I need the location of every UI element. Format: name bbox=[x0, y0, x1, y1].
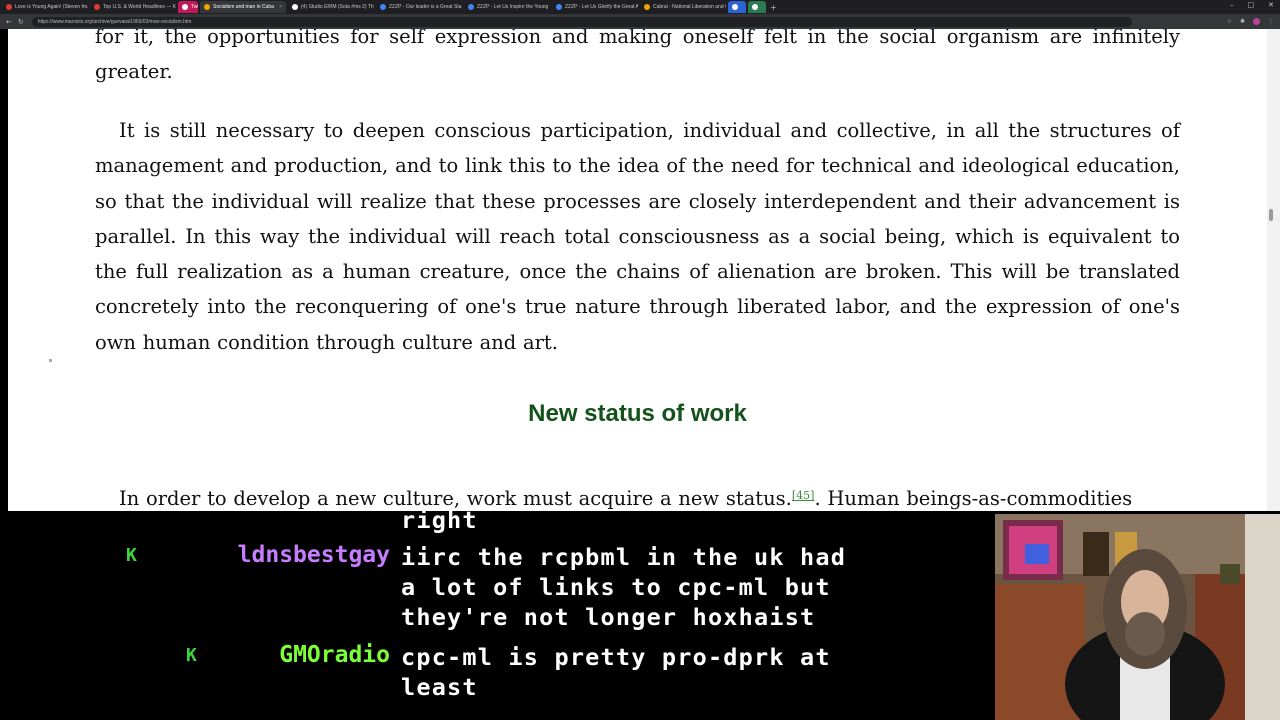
tab-close-icon[interactable]: × bbox=[279, 4, 282, 10]
tab-label: ZZZP - Our leader is a Great Sta... bbox=[389, 4, 462, 10]
close-icon[interactable]: ✕ bbox=[1268, 1, 1274, 9]
footnote-link[interactable]: [45] bbox=[792, 489, 815, 502]
tab-label: (4) Studio ERIM (Sota #ms 2) This bbox=[301, 4, 374, 10]
back-icon[interactable]: ← bbox=[6, 18, 12, 26]
tab-favicon-icon bbox=[94, 4, 100, 10]
nav-bar: ← ↻ https://www.marxists.org/archive/gue… bbox=[0, 14, 1280, 29]
mouse-cursor bbox=[49, 359, 52, 362]
reload-icon[interactable]: ↻ bbox=[18, 18, 24, 26]
tab-favicon-icon bbox=[556, 4, 562, 10]
tab-favicon-icon bbox=[292, 4, 298, 10]
stream-chat: right K ldnsbestgay iirc the rcpbml in t… bbox=[0, 511, 995, 720]
webcam-image bbox=[995, 514, 1280, 720]
browser-tab[interactable]: Socialism and man in Cuba × bbox=[200, 1, 286, 13]
url-text: https://www.marxists.org/archive/guevara… bbox=[37, 18, 192, 25]
chat-username: ldnsbestgay bbox=[237, 542, 390, 568]
window-controls: – □ ✕ bbox=[1230, 1, 1274, 9]
browser-tab[interactable] bbox=[748, 1, 766, 13]
tab-label: ZZZP - Let Us Inspire the Young P... bbox=[477, 4, 550, 10]
section-heading: New status of work bbox=[528, 400, 747, 427]
chat-message-text: cpc-ml is pretty pro-dprk at least bbox=[401, 643, 831, 701]
tab-favicon-icon bbox=[644, 4, 650, 10]
paragraph: It is still necessary to deepen consciou… bbox=[95, 119, 1180, 354]
paragraph-text: In order to develop a new culture, work … bbox=[119, 487, 792, 510]
badge-icon: K bbox=[186, 645, 197, 666]
browser-tab[interactable]: (4) Studio ERIM (Sota #ms 2) This× bbox=[288, 1, 374, 13]
tab-label: Socialism and man in Cuba bbox=[213, 4, 274, 10]
badge-icon: K bbox=[126, 545, 137, 566]
tab-favicon-icon bbox=[182, 4, 188, 10]
page-scrollbar[interactable] bbox=[1267, 29, 1280, 511]
paragraph-text: . Human beings-as-commodities bbox=[814, 487, 1133, 510]
browser-tab[interactable]: Love is Young Again! (Steven fro...× bbox=[2, 1, 88, 13]
address-bar[interactable]: https://www.marxists.org/archive/guevara… bbox=[31, 16, 1132, 27]
tab-label: Twitch bbox=[191, 4, 198, 10]
browser-tab[interactable]: Top U.S. & World Headlines — Ki...× bbox=[90, 1, 176, 13]
scrollbar-thumb[interactable] bbox=[1269, 209, 1273, 221]
webcam-feed bbox=[995, 514, 1280, 720]
maximize-icon[interactable]: □ bbox=[1248, 1, 1255, 9]
chat-message-text: iirc the rcpbml in the uk had a lot of l… bbox=[401, 543, 847, 631]
tab-favicon-icon bbox=[6, 4, 12, 10]
browser-tab[interactable]: Twitch bbox=[178, 1, 198, 13]
tab-bar: Love is Young Again! (Steven fro...×Top … bbox=[0, 0, 1280, 14]
browser-tab[interactable]: ZZZP - Let Us Inspire the Young P...× bbox=[464, 1, 550, 13]
tab-label: Cabral - National Liberation and C... bbox=[653, 4, 726, 10]
page-content: for it, the opportunities for self expre… bbox=[8, 29, 1267, 511]
chat-username: GMOradio bbox=[279, 642, 390, 668]
tab-label: Top U.S. & World Headlines — Ki... bbox=[103, 4, 176, 10]
tab-favicon-icon bbox=[752, 4, 758, 10]
tab-label: ZZZP - Let Us Glorify the Great Ac... bbox=[565, 4, 638, 10]
tab-favicon-icon bbox=[380, 4, 386, 10]
chat-message-text: right bbox=[401, 511, 478, 534]
paragraph: In order to develop a new culture, work … bbox=[95, 478, 1180, 511]
star-icon[interactable]: ☆ bbox=[1227, 18, 1232, 25]
tab-label: Love is Young Again! (Steven fro... bbox=[15, 4, 88, 10]
tab-favicon-icon bbox=[204, 4, 210, 10]
menu-icon[interactable]: ⋮ bbox=[1268, 18, 1274, 25]
browser-tab[interactable]: ZZZP - Our leader is a Great Sta...× bbox=[376, 1, 462, 13]
paragraph: for it, the opportunities for self expre… bbox=[95, 29, 1180, 84]
tab-favicon-icon bbox=[468, 4, 474, 10]
toolbar-icons: ☆ ✱ ⋮ bbox=[1227, 18, 1274, 25]
browser-tab[interactable]: ZZZP - Let Us Glorify the Great Ac...× bbox=[552, 1, 638, 13]
tab-favicon-icon bbox=[732, 4, 738, 10]
browser-tab[interactable] bbox=[728, 1, 746, 13]
minimize-icon[interactable]: – bbox=[1230, 1, 1234, 9]
extensions-icon[interactable]: ✱ bbox=[1240, 18, 1245, 25]
new-tab-button[interactable]: + bbox=[770, 3, 777, 12]
avatar[interactable] bbox=[1253, 18, 1260, 25]
browser-tab[interactable]: Cabral - National Liberation and C...× bbox=[640, 1, 726, 13]
